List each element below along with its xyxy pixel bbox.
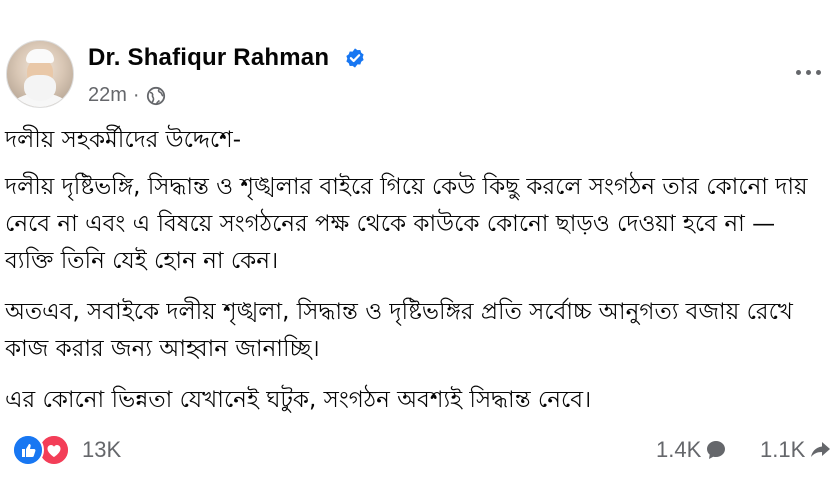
post-meta: 22m · — [88, 84, 166, 107]
shares-summary[interactable]: 1.1K — [760, 437, 830, 463]
reactions-summary[interactable] — [12, 434, 70, 466]
globe-icon[interactable] — [146, 86, 166, 106]
post-paragraph: দলীয় সহকর্মীদের উদ্দেশে- — [5, 127, 241, 153]
shares-count: 1.1K — [760, 437, 806, 462]
post-paragraph: এর কোনো ভিন্নতা যেখানেই ঘটুক, সংগঠন অবশ্… — [5, 387, 592, 413]
post-body: দলীয় সহকর্মীদের উদ্দেশে- দলীয় দৃষ্টিভঙ… — [5, 122, 827, 433]
comment-icon — [707, 441, 726, 459]
author-avatar[interactable] — [6, 40, 74, 108]
share-icon — [811, 442, 830, 457]
like-reaction-icon — [12, 434, 44, 466]
comments-summary[interactable]: 1.4K — [656, 437, 727, 463]
verified-badge-icon — [346, 48, 364, 68]
author-name[interactable]: Dr. Shafiqur Rahman — [88, 44, 329, 72]
comments-count: 1.4K — [656, 437, 702, 462]
post-paragraph: দলীয় দৃষ্টিভঙ্গি, সিদ্ধান্ত ও শৃঙ্খলার … — [5, 174, 808, 274]
post-timestamp[interactable]: 22m — [88, 84, 127, 107]
meta-separator: · — [132, 84, 140, 106]
post-paragraph: অতএব, সবাইকে দলীয় শৃঙ্খলা, সিদ্ধান্ত ও … — [5, 299, 793, 362]
reactions-count[interactable]: 13K — [82, 437, 121, 463]
post-footer: 13K 1.4K 1.1K — [0, 430, 830, 470]
post-header: Dr. Shafiqur Rahman 22m · — [0, 0, 830, 120]
more-options-icon[interactable] — [796, 62, 830, 82]
